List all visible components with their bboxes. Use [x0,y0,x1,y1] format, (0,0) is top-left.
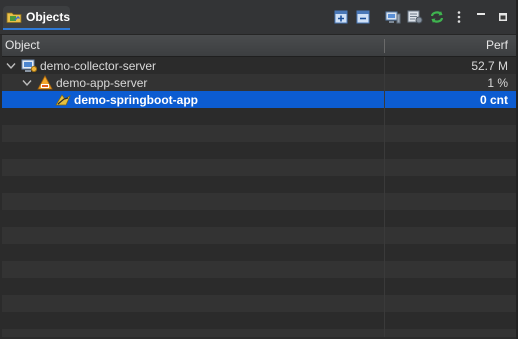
objects-folder-icon [6,10,22,24]
empty-row [2,193,516,210]
column-header-perf[interactable]: Perf [486,38,508,52]
object-name: demo-app-server [56,75,148,90]
maximize-icon[interactable] [494,8,512,26]
empty-row [2,142,516,159]
empty-row [2,108,516,125]
objects-tree-table[interactable]: Object Perf demo-collector-server 52.7 M… [2,35,516,337]
column-divider[interactable] [384,39,385,53]
tab-label: Objects [26,10,71,24]
view-menu-icon[interactable] [450,8,468,26]
expand-all-icon[interactable] [332,8,350,26]
objects-view: Objects Object Perf demo-collector-serve… [0,0,518,339]
object-name: demo-collector-server [40,58,157,73]
object-name: demo-springboot-app [74,92,198,107]
refresh-icon[interactable] [428,8,446,26]
empty-row [2,159,516,176]
view-title-bar: Objects [0,0,518,35]
column-grid-line [384,57,385,337]
empty-row [2,329,516,337]
object-cell: demo-collector-server [5,57,156,74]
object-cell: demo-app-server [21,74,147,91]
tree-row-app-server[interactable]: demo-app-server 1 % [2,74,516,91]
empty-row [2,244,516,261]
table-body: demo-collector-server 52.7 M demo-app-se… [2,57,516,337]
empty-row [2,176,516,193]
empty-row [2,227,516,244]
object-cell: demo-springboot-app [55,91,198,108]
server-view-icon[interactable] [384,8,402,26]
perf-value: 0 cnt [479,92,508,107]
tab-objects[interactable]: Objects [3,6,70,30]
chevron-down-icon[interactable] [21,77,33,89]
view-toolbar [328,8,512,26]
config-icon[interactable] [406,8,424,26]
tree-row-springboot-app[interactable]: demo-springboot-app 0 cnt [2,91,516,108]
app-server-icon [37,74,53,91]
tree-row-collector-server[interactable]: demo-collector-server 52.7 M [2,57,516,74]
empty-row [2,210,516,227]
perf-value: 1 % [487,75,508,90]
empty-row [2,125,516,142]
empty-row [2,295,516,312]
springboot-app-icon [55,92,71,108]
empty-row [2,261,516,278]
column-header-object[interactable]: Object [5,38,40,52]
empty-row [2,312,516,329]
minimize-icon[interactable] [472,8,490,26]
empty-row [2,278,516,295]
perf-value: 52.7 M [471,58,508,73]
collector-server-icon [21,58,37,74]
collapse-all-icon[interactable] [354,8,372,26]
table-header: Object Perf [2,35,516,57]
chevron-down-icon[interactable] [5,60,17,72]
